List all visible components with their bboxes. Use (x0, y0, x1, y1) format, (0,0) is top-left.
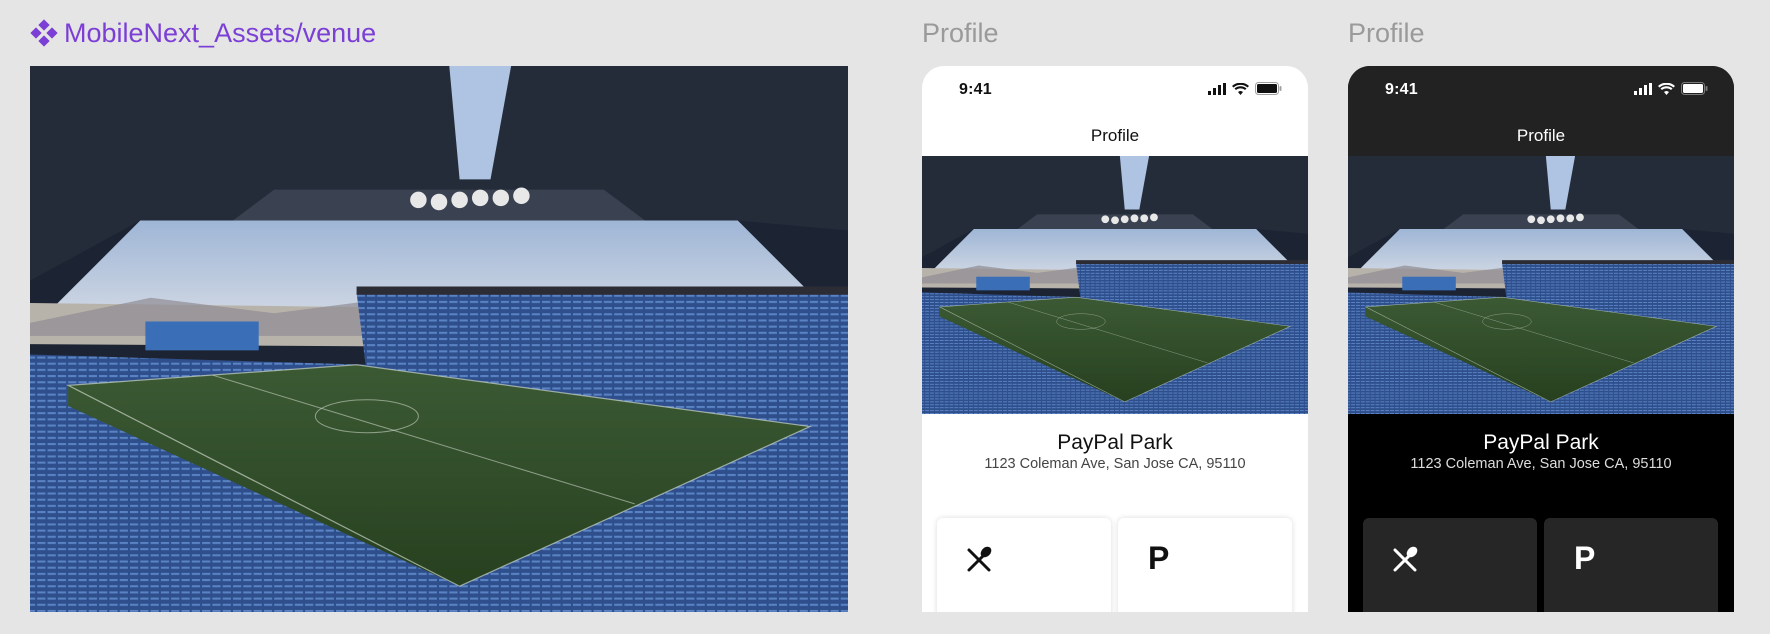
parking-icon: P (1148, 540, 1170, 576)
signal-icon (1208, 82, 1226, 95)
nav-bar: Profile (1348, 116, 1734, 156)
light-frame-title: Profile (922, 18, 999, 48)
dark-frame-title: Profile (1348, 18, 1425, 48)
venue-asset-image[interactable] (30, 66, 848, 612)
component-icon (30, 19, 58, 47)
venue-image (1348, 156, 1734, 414)
amenity-card-parking[interactable]: P (1544, 518, 1718, 612)
nav-title: Profile (1090, 126, 1140, 145)
status-bar: 9:41 (1348, 66, 1734, 116)
venue-image (922, 156, 1308, 414)
profile-screen-light: 9:41 Profile PayPal Park 1123 Coleman Av… (922, 66, 1308, 612)
asset-frame-label[interactable]: MobileNext_Assets/venue (30, 17, 376, 49)
venue-name: PayPal Park (1483, 431, 1599, 454)
profile-screen-dark: 9:41 Profile PayPal Park 1123 Coleman Av… (1348, 66, 1734, 612)
signal-icon (1634, 82, 1652, 95)
venue-address: 1123 Coleman Ave, San Jose CA, 95110 (1410, 456, 1672, 472)
asset-frame-title: MobileNext_Assets/venue (64, 18, 377, 48)
status-time: 9:41 (1385, 81, 1418, 98)
nav-bar: Profile (922, 116, 1308, 156)
status-time: 9:41 (959, 81, 992, 98)
venue-address: 1123 Coleman Ave, San Jose CA, 95110 (984, 456, 1246, 472)
amenity-card-parking[interactable]: P (1118, 518, 1292, 612)
battery-icon (1255, 82, 1282, 95)
light-frame-label[interactable]: Profile (922, 17, 999, 49)
amenity-card-food[interactable] (1363, 518, 1537, 612)
status-bar: 9:41 (922, 66, 1308, 116)
status-icons (1208, 82, 1282, 95)
venue-name: PayPal Park (1057, 431, 1173, 454)
nav-title: Profile (1516, 126, 1566, 145)
wifi-icon (1232, 82, 1249, 95)
amenity-card-food[interactable] (937, 518, 1111, 612)
parking-icon: P (1574, 540, 1596, 576)
status-icons (1634, 82, 1708, 95)
battery-icon (1681, 82, 1708, 95)
wifi-icon (1658, 82, 1675, 95)
utensils-icon (967, 546, 992, 572)
utensils-icon (1393, 546, 1418, 572)
dark-frame-label[interactable]: Profile (1348, 17, 1425, 49)
